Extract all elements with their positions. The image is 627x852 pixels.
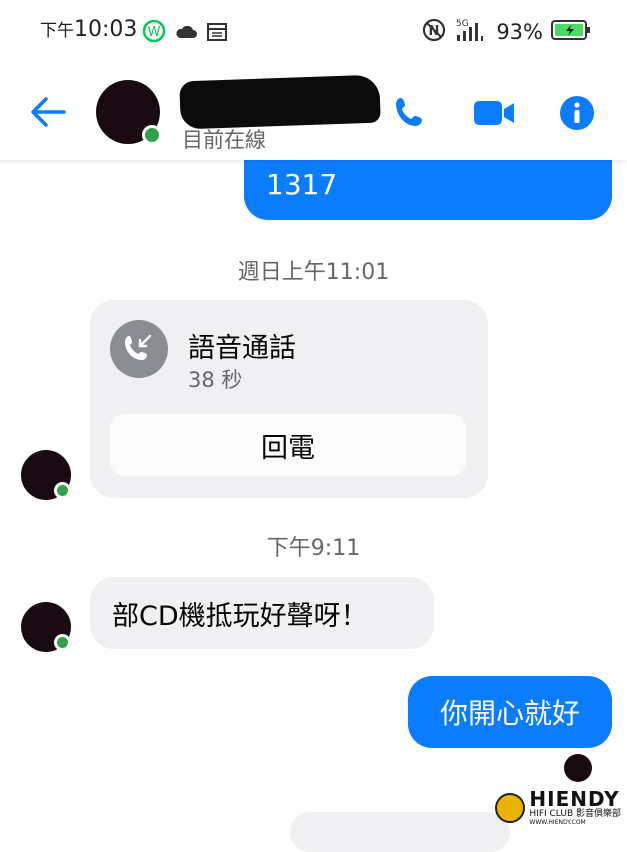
video-icon bbox=[474, 101, 514, 125]
phone-icon bbox=[396, 98, 422, 126]
back-button[interactable] bbox=[28, 94, 68, 130]
svg-text:W: W bbox=[148, 25, 161, 40]
watermark-logo-icon bbox=[495, 792, 526, 823]
outgoing-message-bubble[interactable]: 你開心就好 bbox=[408, 676, 612, 748]
calendar-icon bbox=[206, 20, 228, 46]
outgoing-message-text: 1317 bbox=[266, 168, 338, 201]
network-label: 5G bbox=[456, 19, 469, 29]
battery-percent: 93% bbox=[496, 20, 543, 44]
status-time: 下午10:03 bbox=[40, 17, 138, 42]
battery-charging-icon bbox=[551, 19, 591, 45]
call-duration: 38 秒 bbox=[188, 368, 243, 392]
info-icon bbox=[560, 96, 594, 130]
status-bar: 下午10:03 W N 5G 93% bbox=[0, 0, 627, 64]
online-indicator bbox=[142, 125, 162, 145]
seen-receipt-avatar bbox=[564, 754, 592, 782]
voice-call-card: 語音通話 38 秒 回電 bbox=[90, 300, 488, 498]
online-indicator bbox=[54, 482, 71, 499]
cloud-icon bbox=[174, 22, 198, 44]
incoming-message-bubble[interactable] bbox=[290, 812, 510, 852]
voice-call-button[interactable] bbox=[390, 92, 432, 134]
incoming-message-bubble[interactable]: 部CD機抵玩好聲呀！ bbox=[90, 577, 434, 649]
nfc-icon: N bbox=[422, 18, 446, 46]
message-timestamp: 週日上午11:01 bbox=[237, 260, 390, 285]
chat-header: 目前在線 bbox=[0, 64, 627, 160]
watermark-brand: HIENDY bbox=[529, 787, 620, 811]
redacted-contact-name bbox=[179, 74, 381, 130]
watermark-url: WWW.HIENDY.COM bbox=[529, 819, 586, 826]
incoming-call-icon bbox=[110, 320, 168, 378]
contact-status: 目前在線 bbox=[182, 128, 266, 152]
back-arrow-icon bbox=[31, 97, 66, 127]
video-call-button[interactable] bbox=[472, 92, 514, 134]
info-button[interactable] bbox=[556, 92, 598, 134]
outgoing-message-text: 你開心就好 bbox=[439, 697, 580, 730]
call-back-button[interactable]: 回電 bbox=[110, 414, 466, 476]
signal-icon: 5G bbox=[454, 17, 488, 47]
message-timestamp: 下午9:11 bbox=[266, 536, 361, 561]
incoming-message-text: 部CD機抵玩好聲呀！ bbox=[112, 600, 368, 632]
watermark: HIENDY HIFI CLUB 影音俱樂部 WWW.HIENDY.COM bbox=[495, 789, 621, 826]
chat-app-icon: W bbox=[142, 19, 166, 47]
call-title: 語音通話 bbox=[188, 333, 296, 364]
watermark-sub: HIFI CLUB 影音俱樂部 bbox=[529, 809, 621, 819]
online-indicator bbox=[54, 634, 71, 651]
